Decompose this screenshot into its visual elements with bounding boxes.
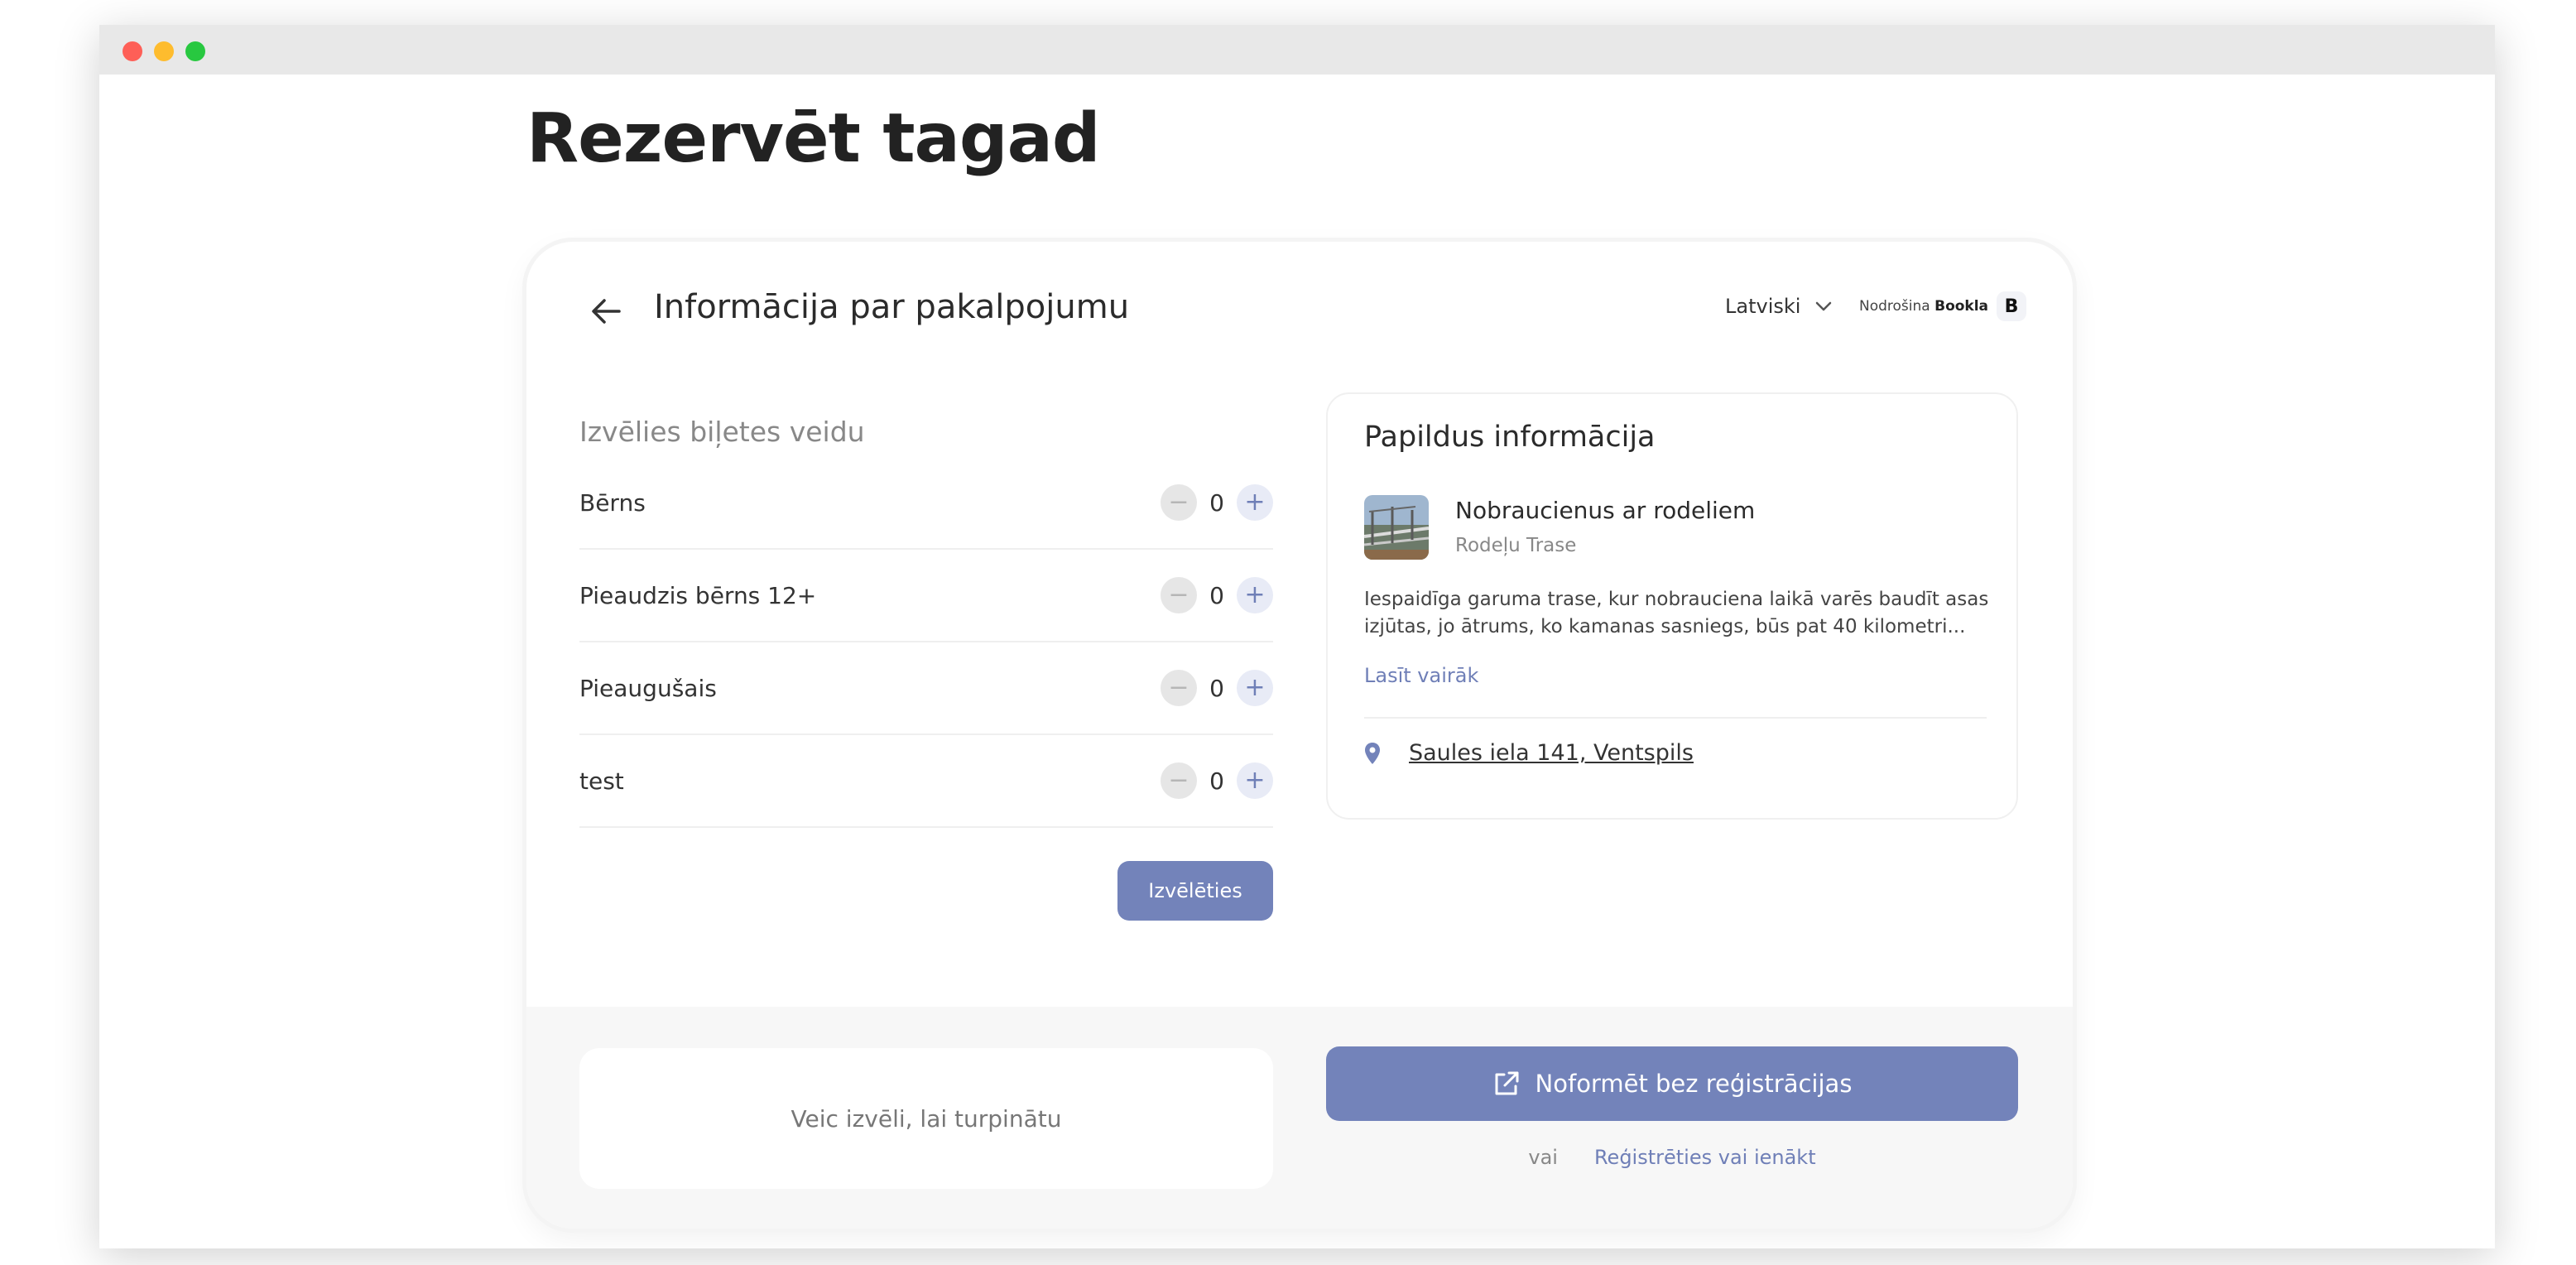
service-thumbnail (1364, 495, 1429, 560)
booking-footer: Veic izvēli, lai turpinātu Noformēt bez … (526, 1007, 2073, 1229)
decrement-button[interactable]: − (1161, 762, 1197, 799)
address-link[interactable]: Saules iela 141, Ventspils (1409, 740, 1694, 766)
quantity-stepper: − 0 + (1161, 484, 1273, 521)
register-or-login-link[interactable]: Reģistrēties vai ienākt (1594, 1146, 1816, 1169)
login-row: vai Reģistrēties vai ienākt (1326, 1146, 2018, 1169)
ticket-row: test − 0 + (579, 735, 1273, 828)
guest-checkout-button[interactable]: Noformēt bez reģistrācijas (1326, 1046, 2018, 1121)
choose-button[interactable]: Izvēlēties (1117, 861, 1273, 921)
language-select[interactable]: Latviski (1725, 295, 1832, 318)
divider (1364, 717, 1987, 719)
external-link-icon (1495, 1071, 1519, 1095)
browser-window: Rezervēt tagad Informācija par pakalpoju… (99, 25, 2495, 1248)
read-more-link[interactable]: Lasīt vairāk (1364, 664, 1478, 687)
card-title: Informācija par pakalpojumu (654, 288, 1130, 326)
decrement-button[interactable]: − (1161, 670, 1197, 706)
chevron-down-icon (1816, 301, 1832, 311)
guest-checkout-label: Noformēt bez reģistrācijas (1535, 1070, 1853, 1098)
service-description: Iespaidīga garuma trase, kur nobrauciena… (1364, 589, 1989, 637)
decrement-button[interactable]: − (1161, 484, 1197, 521)
increment-button[interactable]: + (1237, 670, 1273, 706)
quantity-stepper: − 0 + (1161, 670, 1273, 706)
ticket-row: Pieaugušais − 0 + (579, 642, 1273, 735)
maximize-window-button[interactable] (185, 41, 205, 61)
ticket-row: Pieaudzis bērns 12+ − 0 + (579, 550, 1273, 642)
ticket-section-label: Izvēlies biļetes veidu (579, 416, 865, 448)
continue-hint: Veic izvēli, lai turpinātu (579, 1048, 1273, 1189)
powered-by-brand: Bookla (1934, 298, 1989, 315)
powered-by-prefix: Nodrošina (1859, 298, 1930, 315)
increment-button[interactable]: + (1237, 484, 1273, 521)
quantity-stepper: − 0 + (1161, 762, 1273, 799)
service-name: Nobraucienus ar rodeliem (1455, 497, 1756, 524)
ticket-name: Pieaugušais (579, 674, 717, 702)
back-button[interactable] (584, 290, 627, 333)
ticket-name: Pieaudzis bērns 12+ (579, 581, 817, 609)
quantity-value: 0 (1209, 767, 1224, 795)
toboggan-track-image (1364, 495, 1429, 560)
quantity-value: 0 (1209, 581, 1224, 609)
ticket-name: Bērns (579, 488, 646, 517)
quantity-stepper: − 0 + (1161, 577, 1273, 613)
ticket-name: test (579, 767, 624, 795)
decrement-button[interactable]: − (1161, 577, 1197, 613)
or-text: vai (1528, 1146, 1558, 1169)
map-pin-icon (1365, 742, 1380, 764)
increment-button[interactable]: + (1237, 577, 1273, 613)
quantity-value: 0 (1209, 488, 1224, 517)
close-window-button[interactable] (123, 41, 142, 61)
ticket-list: Bērns − 0 + Pieaudzis bērns 12+ − 0 + Pi… (579, 457, 1273, 828)
minimize-window-button[interactable] (154, 41, 174, 61)
quantity-value: 0 (1209, 674, 1224, 702)
bookla-logo-icon: B (1997, 291, 2027, 321)
additional-info-panel: Papildus informācija Nobraucienus ar rod… (1326, 392, 2018, 820)
service-subtitle: Rodeļu Trase (1455, 535, 1577, 556)
window-titlebar (99, 25, 2495, 75)
increment-button[interactable]: + (1237, 762, 1273, 799)
page-title: Rezervēt tagad (526, 99, 1101, 178)
info-title: Papildus informācija (1364, 421, 1656, 454)
arrow-left-icon (592, 299, 621, 324)
address-row: Saules iela 141, Ventspils (1364, 740, 1694, 766)
language-label: Latviski (1725, 295, 1801, 318)
powered-by: Nodrošina Bookla B (1859, 291, 2027, 321)
ticket-row: Bērns − 0 + (579, 457, 1273, 550)
booking-card: Informācija par pakalpojumu Latviski Nod… (526, 242, 2073, 1229)
